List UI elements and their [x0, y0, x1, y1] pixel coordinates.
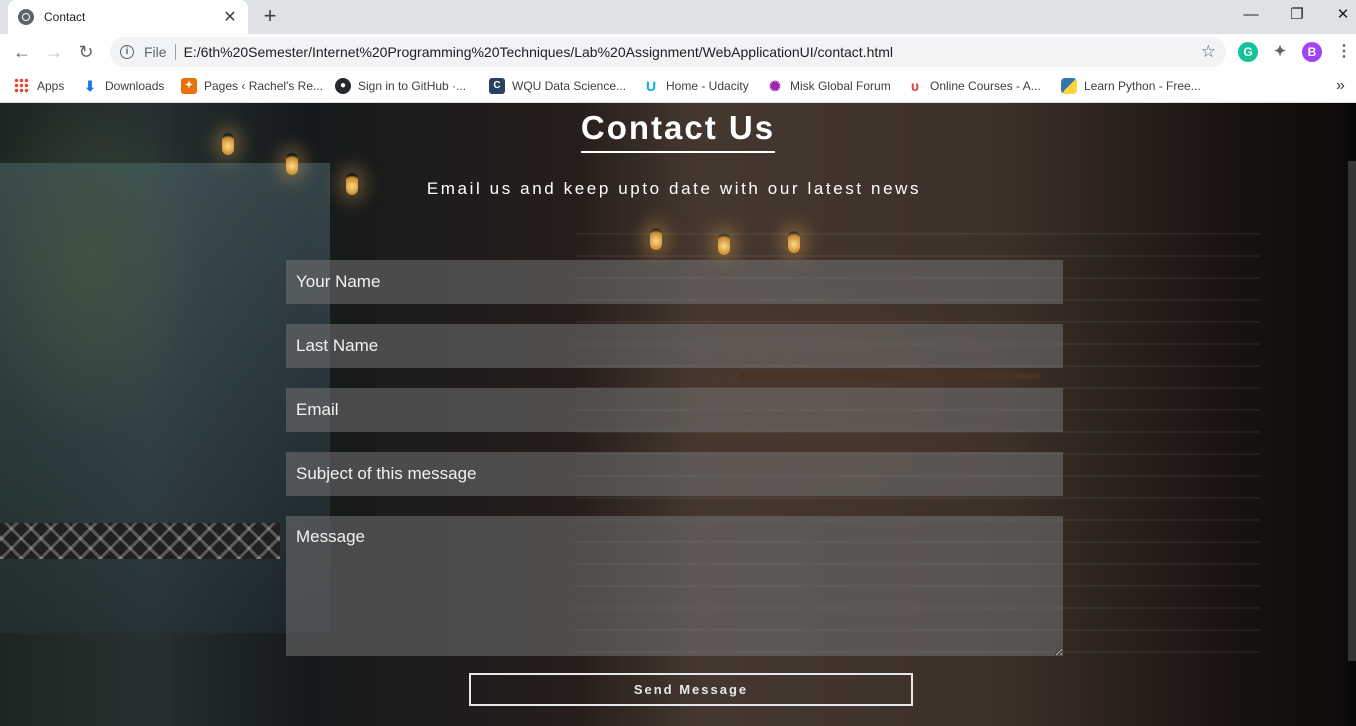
- bookmark-star-icon[interactable]: ☆: [1201, 42, 1216, 62]
- address-divider: [174, 44, 176, 60]
- scrollbar-thumb[interactable]: [1348, 161, 1356, 661]
- bookmark-label: Pages ‹ Rachel's Re...: [204, 79, 324, 93]
- contact-page: Contact Us Email us and keep upto date w…: [0, 103, 1356, 726]
- profile-avatar[interactable]: B: [1302, 42, 1322, 62]
- browser-toolbar: ← → ↻ i File E:/6th%20Semester/Internet%…: [0, 34, 1356, 70]
- bookmark-label: Misk Global Forum: [790, 79, 891, 93]
- close-tab-icon[interactable]: ✕: [222, 7, 238, 27]
- first-name-input[interactable]: [286, 260, 1063, 304]
- page-title: Contact Us: [0, 109, 1356, 153]
- url-text[interactable]: E:/6th%20Semester/Internet%20Programming…: [184, 44, 1201, 60]
- bookmark-wqu[interactable]: C WQU Data Science...: [489, 76, 626, 96]
- courses-icon: ᴜ: [910, 78, 920, 94]
- tab-strip: Contact ✕ + — ❐ ✕: [0, 0, 1356, 34]
- forward-button[interactable]: →: [42, 40, 66, 64]
- lamp-image: [718, 233, 730, 255]
- bookmark-label: Home - Udacity: [666, 79, 749, 93]
- send-message-button[interactable]: Send Message: [469, 673, 913, 706]
- bookmark-label: WQU Data Science...: [512, 79, 627, 93]
- bookmark-pages[interactable]: ✦ Pages ‹ Rachel's Re...: [181, 76, 323, 96]
- bookmark-misk[interactable]: ✺ Misk Global Forum: [767, 76, 891, 96]
- page-title-text: Contact Us: [580, 109, 776, 153]
- lamp-image: [788, 231, 800, 253]
- subject-input[interactable]: [286, 452, 1063, 496]
- page-subtitle: Email us and keep upto date with our lat…: [426, 179, 922, 198]
- download-icon: ⬇: [84, 78, 96, 94]
- bookmark-online-courses[interactable]: ᴜ Online Courses - A...: [907, 76, 1041, 96]
- lamp-image: [286, 153, 298, 175]
- message-textarea[interactable]: [286, 516, 1063, 656]
- python-icon: [1061, 78, 1077, 94]
- background-shelf: [740, 373, 1040, 379]
- bookmark-label: Learn Python - Free...: [1084, 79, 1201, 93]
- apps-grid-icon: [14, 78, 30, 94]
- bookmarks-bar: Apps ⬇ Downloads ✦ Pages ‹ Rachel's Re..…: [0, 70, 1356, 103]
- more-bookmarks-button[interactable]: »: [1336, 76, 1345, 96]
- bookmark-udacity[interactable]: U Home - Udacity: [643, 76, 749, 96]
- minimize-button[interactable]: —: [1237, 4, 1265, 26]
- address-bar[interactable]: i File E:/6th%20Semester/Internet%20Prog…: [110, 37, 1226, 67]
- wqu-icon: C: [489, 78, 505, 94]
- bookmark-github[interactable]: ● Sign in to GitHub ·...: [335, 76, 466, 96]
- info-icon[interactable]: i: [120, 45, 134, 59]
- last-name-input[interactable]: [286, 324, 1063, 368]
- reload-button[interactable]: ↻: [74, 40, 98, 64]
- browser-menu-icon[interactable]: ⋮: [1334, 42, 1354, 62]
- bookmark-downloads[interactable]: ⬇ Downloads: [82, 76, 164, 96]
- bookmark-label: Apps: [37, 79, 65, 93]
- lamp-image: [650, 228, 662, 250]
- bookmark-label: Sign in to GitHub ·...: [358, 79, 467, 93]
- bookmark-apps[interactable]: Apps: [14, 76, 64, 96]
- file-label: File: [144, 44, 167, 60]
- bookmark-learn-python[interactable]: Learn Python - Free...: [1061, 76, 1201, 96]
- grammarly-extension-icon[interactable]: G: [1238, 42, 1258, 62]
- browser-tab[interactable]: Contact ✕: [8, 0, 248, 34]
- restore-button[interactable]: ❐: [1283, 4, 1311, 26]
- back-button[interactable]: ←: [10, 40, 34, 64]
- bookmark-label: Online Courses - A...: [930, 79, 1041, 93]
- globe-icon: [18, 9, 34, 25]
- background-pattern: [0, 523, 280, 559]
- extensions-puzzle-icon[interactable]: ✦: [1270, 42, 1290, 62]
- email-input[interactable]: [286, 388, 1063, 432]
- udacity-icon: U: [645, 78, 657, 94]
- github-icon: ●: [335, 78, 351, 94]
- page-scrollbar[interactable]: [1348, 103, 1356, 726]
- misk-icon: ✺: [769, 78, 781, 94]
- new-tab-button[interactable]: +: [258, 4, 282, 28]
- bookmark-label: Downloads: [105, 79, 165, 93]
- tab-title: Contact: [44, 10, 86, 24]
- pages-icon: ✦: [181, 78, 197, 94]
- close-window-button[interactable]: ✕: [1329, 4, 1356, 26]
